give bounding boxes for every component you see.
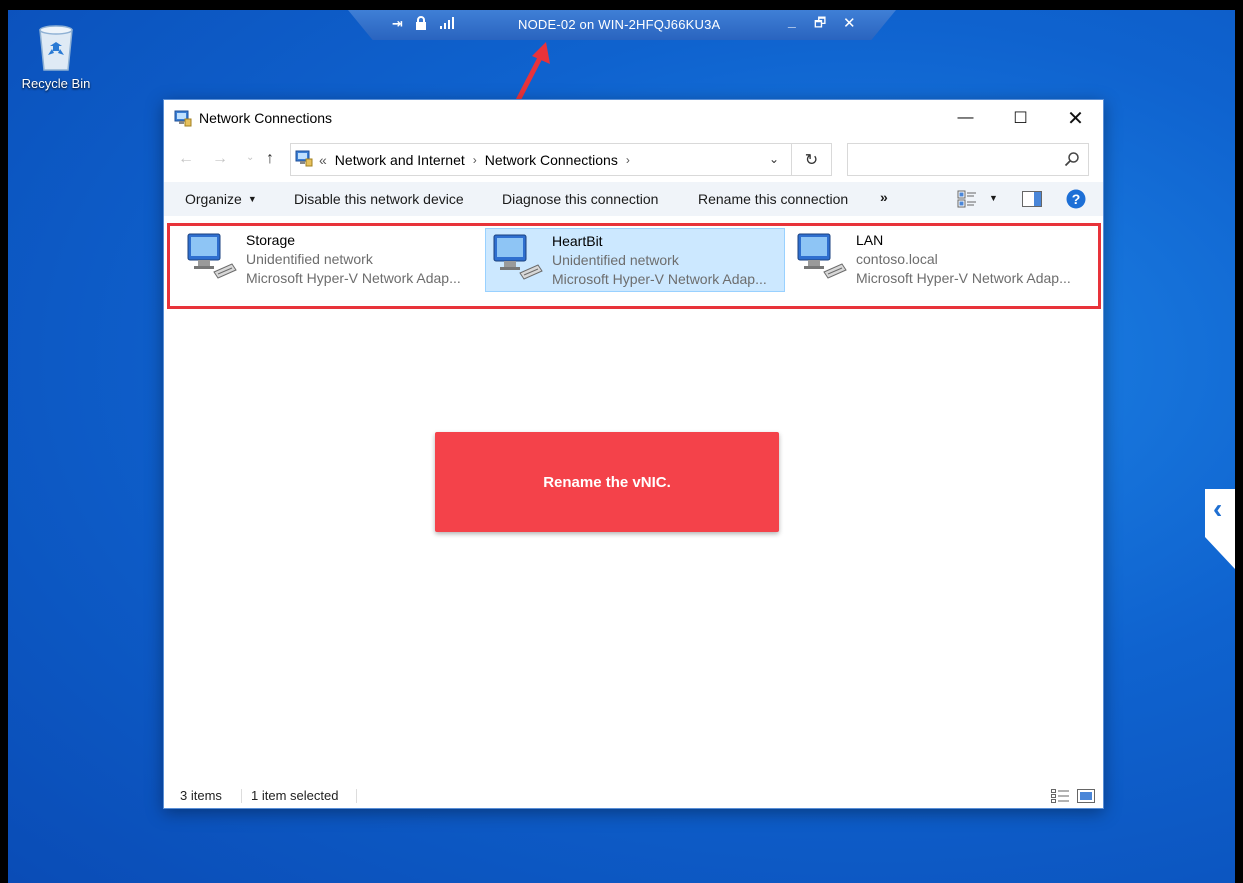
search-input[interactable] (848, 144, 1048, 175)
chevron-down-icon: ▼ (247, 194, 257, 204)
search-icon[interactable] (1064, 151, 1080, 172)
command-bar: Organize ▼ Disable this network device Di… (164, 182, 1103, 216)
adapter-lan[interactable]: LAN contoso.local Microsoft Hyper-V Netw… (790, 228, 1090, 292)
adapter-name: Storage (246, 232, 296, 248)
forward-button[interactable]: → (212, 150, 228, 168)
large-icons-view-icon[interactable] (1077, 789, 1095, 806)
adapter-name: LAN (856, 232, 884, 248)
change-view-icon[interactable] (957, 190, 977, 211)
up-button[interactable]: ↑ (266, 150, 274, 168)
network-adapter-icon (182, 228, 246, 288)
svg-text:?: ? (1072, 191, 1081, 207)
adapter-device: Microsoft Hyper-V Network Adap... (246, 270, 461, 286)
adapter-device: Microsoft Hyper-V Network Adap... (552, 271, 767, 287)
rdp-close-button[interactable]: ✕ (843, 14, 856, 32)
rdp-minimize-button[interactable]: _ (788, 13, 796, 29)
address-dropdown-icon[interactable]: ⌄ (769, 152, 779, 166)
search-box[interactable] (847, 143, 1089, 176)
disable-device-button[interactable]: Disable this network device (294, 191, 464, 207)
rdp-connection-bar: ⇥ NODE-02 on WIN-2HFQJ66KU3A _ 🗗 ✕ (348, 10, 896, 40)
pin-icon[interactable]: ⇥ (392, 16, 403, 32)
breadcrumb-network-connections[interactable]: Network Connections (485, 152, 618, 168)
organize-menu[interactable]: Organize ▼ (185, 191, 257, 207)
minimize-button[interactable]: — (938, 100, 993, 136)
side-panel-tab[interactable]: ‹ (1205, 489, 1235, 569)
network-connections-window: Network Connections — ☐ ✕ ← → ⌄ ↑ « Netw… (163, 99, 1104, 809)
breadcrumb-separator[interactable]: › (626, 153, 630, 167)
navigation-row: ← → ⌄ ↑ « Network and Internet › Network… (164, 136, 1103, 182)
chevron-left-icon: ‹ (1213, 493, 1223, 524)
view-options-dropdown[interactable]: ▼ (989, 193, 998, 203)
desktop: Recycle Bin ⇥ NODE-02 on WIN-2HFQJ66KU3A… (8, 10, 1235, 883)
preview-pane-icon[interactable] (1022, 191, 1042, 210)
breadcrumb-overflow[interactable]: « (319, 152, 327, 168)
window-title: Network Connections (199, 110, 333, 126)
address-bar[interactable]: « Network and Internet › Network Connect… (290, 143, 792, 176)
network-connections-icon (174, 109, 192, 132)
diagnose-connection-button[interactable]: Diagnose this connection (502, 191, 658, 207)
status-divider (241, 789, 242, 803)
adapter-device: Microsoft Hyper-V Network Adap... (856, 270, 1071, 286)
back-button[interactable]: ← (178, 150, 194, 168)
recent-locations-button[interactable]: ⌄ (246, 152, 254, 163)
adapter-name: HeartBit (552, 233, 603, 249)
organize-label: Organize (185, 191, 242, 207)
recycle-bin-icon (34, 22, 78, 72)
close-button[interactable]: ✕ (1048, 100, 1103, 136)
status-bar: 3 items 1 item selected (164, 784, 1103, 808)
adapter-heartbit[interactable]: HeartBit Unidentified network Microsoft … (485, 228, 785, 292)
details-view-icon[interactable] (1051, 789, 1069, 806)
signal-icon[interactable] (440, 17, 456, 32)
maximize-button[interactable]: ☐ (993, 100, 1048, 136)
file-list-area[interactable]: Storage Unidentified network Microsoft H… (164, 216, 1103, 784)
help-icon[interactable]: ? (1066, 189, 1086, 212)
adapter-storage[interactable]: Storage Unidentified network Microsoft H… (180, 228, 480, 292)
status-divider (356, 789, 357, 803)
adapter-network: contoso.local (856, 251, 938, 267)
lock-icon[interactable] (415, 16, 427, 33)
instruction-callout: Rename the vNIC. (435, 432, 779, 532)
adapter-network: Unidentified network (552, 252, 679, 268)
refresh-button[interactable]: ↻ (792, 143, 832, 176)
rdp-restore-button[interactable]: 🗗 (814, 14, 826, 36)
item-count: 3 items (180, 788, 222, 803)
recycle-bin-shortcut[interactable]: Recycle Bin (16, 22, 96, 91)
rdp-session-title: NODE-02 on WIN-2HFQJ66KU3A (518, 17, 721, 32)
breadcrumb-separator[interactable]: › (473, 153, 477, 167)
breadcrumb-network-and-internet[interactable]: Network and Internet (335, 152, 465, 168)
network-adapter-icon (488, 229, 552, 289)
network-adapter-icon (792, 228, 856, 288)
adapter-network: Unidentified network (246, 251, 373, 267)
control-panel-icon (295, 149, 313, 170)
recycle-bin-label: Recycle Bin (21, 76, 91, 91)
window-titlebar[interactable]: Network Connections — ☐ ✕ (164, 100, 1103, 136)
selection-status: 1 item selected (251, 788, 339, 803)
more-commands-button[interactable]: » (880, 189, 888, 205)
rename-connection-button[interactable]: Rename this connection (698, 191, 848, 207)
